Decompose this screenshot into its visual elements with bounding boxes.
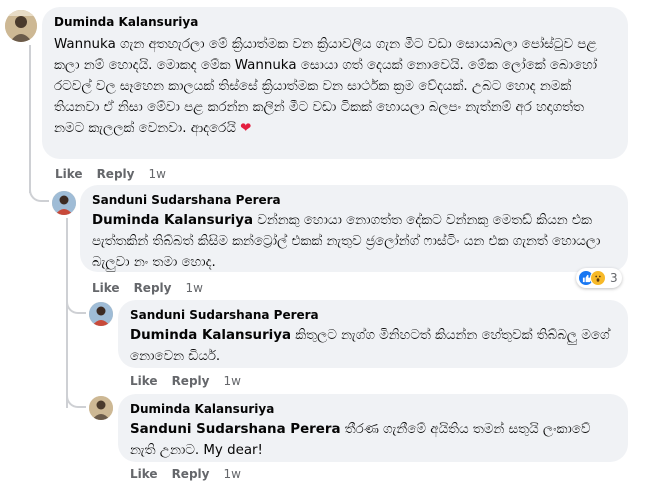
reaction-summary[interactable]: 3: [576, 268, 622, 288]
avatar[interactable]: [52, 191, 76, 215]
like-button[interactable]: Like: [130, 467, 158, 481]
wow-reaction-icon: [590, 270, 606, 286]
thread-line: [66, 218, 68, 408]
comment-text: Duminda Kalansuriya වන්නකු හොයා නොගත්ත ද…: [92, 213, 601, 270]
heart-icon: ❤: [240, 121, 252, 136]
comment-actions: Like Reply 1w: [130, 467, 255, 481]
timestamp[interactable]: 1w: [185, 281, 202, 295]
comment-author[interactable]: Sanduni Sudarshana Perera: [92, 193, 616, 208]
comment-actions: Like Reply 1w: [130, 374, 255, 388]
timestamp[interactable]: 1w: [223, 467, 240, 481]
comment-bubble: Duminda Kalansuriya Wannuka ගැන අතහැරලා …: [42, 7, 628, 159]
thread-line: [29, 45, 31, 193]
comment-bubble: Duminda Kalansuriya Sanduni Sudarshana P…: [118, 394, 628, 462]
comment-actions: Like Reply 1w: [55, 167, 180, 181]
reply-button[interactable]: Reply: [172, 374, 210, 388]
mention-link[interactable]: Sanduni Sudarshana Perera: [130, 422, 341, 437]
comment-author[interactable]: Sanduni Sudarshana Perera: [130, 308, 616, 323]
reply-button[interactable]: Reply: [97, 167, 135, 181]
reaction-count: 3: [610, 271, 618, 285]
comment-text: Wannuka ගැන අතහැරලා මේ ක්‍රියාත්මක වන ක්…: [54, 37, 598, 136]
like-button[interactable]: Like: [130, 374, 158, 388]
reply-button[interactable]: Reply: [134, 281, 172, 295]
comment-actions: Like Reply 1w: [92, 281, 217, 295]
comment-text: Duminda Kalansuriya කිතුලට නැග්ග මිනිහටත…: [130, 328, 610, 364]
comment-bubble: Sanduni Sudarshana Perera Duminda Kalans…: [118, 300, 628, 368]
avatar[interactable]: [89, 302, 113, 326]
comment-text: Sanduni Sudarshana Perera තීරණ ගැනීමේ අය…: [130, 422, 591, 458]
avatar[interactable]: [5, 10, 37, 42]
like-button[interactable]: Like: [55, 167, 83, 181]
thread-connector: [66, 296, 86, 314]
thread-connector: [66, 390, 86, 408]
comment-author[interactable]: Duminda Kalansuriya: [54, 15, 616, 30]
timestamp[interactable]: 1w: [223, 374, 240, 388]
comment-author[interactable]: Duminda Kalansuriya: [130, 402, 616, 417]
like-button[interactable]: Like: [92, 281, 120, 295]
timestamp[interactable]: 1w: [148, 167, 165, 181]
thread-connector: [29, 180, 49, 202]
comment-bubble: Sanduni Sudarshana Perera Duminda Kalans…: [80, 185, 628, 272]
mention-link[interactable]: Duminda Kalansuriya: [130, 328, 291, 343]
mention-link[interactable]: Duminda Kalansuriya: [92, 213, 253, 228]
avatar[interactable]: [89, 396, 113, 420]
reply-button[interactable]: Reply: [172, 467, 210, 481]
